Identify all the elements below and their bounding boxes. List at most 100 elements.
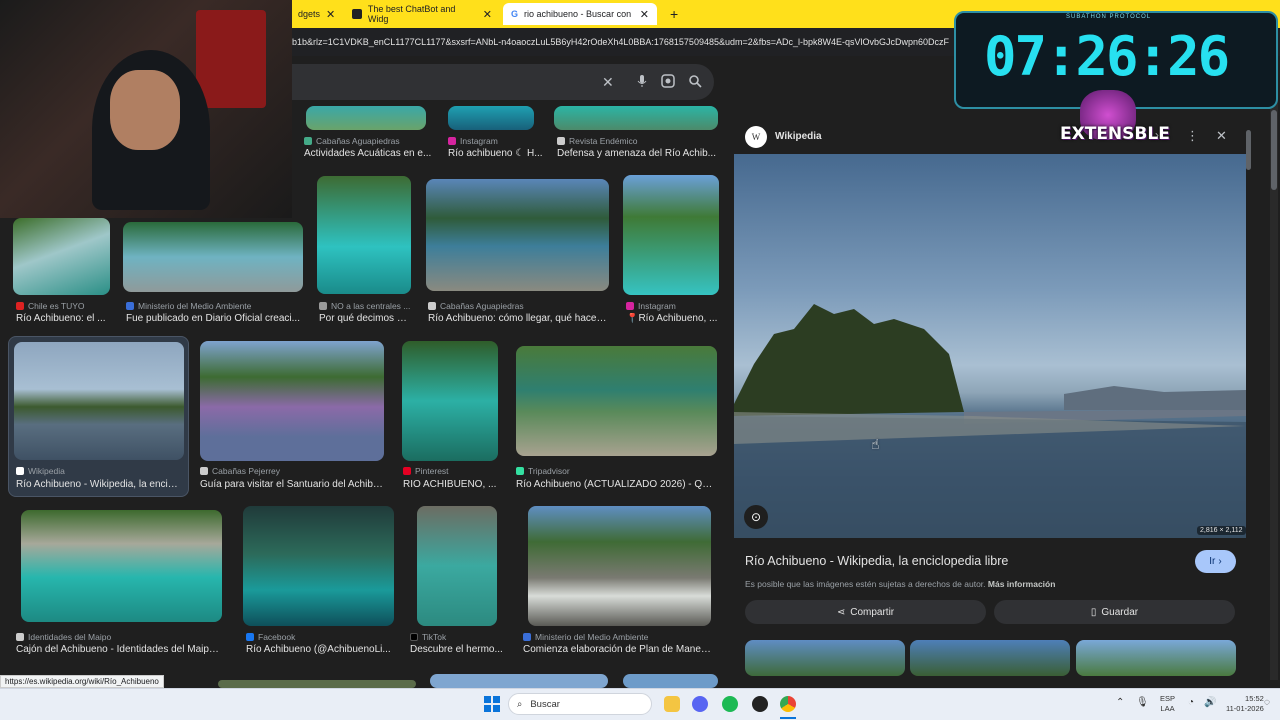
result-image[interactable] (528, 506, 711, 626)
result-source: Ministerio del Medio Ambiente (126, 301, 251, 311)
clock[interactable]: 15:52 11-01-2026 (1226, 694, 1264, 714)
result-image[interactable] (306, 106, 426, 130)
instagram-icon (626, 302, 634, 310)
source-favicon-icon (428, 302, 436, 310)
image-dimensions: 2,816 × 2,112 (1197, 526, 1246, 535)
result-image[interactable] (21, 510, 222, 622)
bookmark-icon: ▯ (1090, 606, 1097, 618)
result-title[interactable]: Defensa y amenaza del Río Achib... (557, 148, 719, 159)
instagram-icon (448, 137, 456, 145)
lens-icon[interactable] (661, 74, 675, 91)
result-image[interactable] (317, 176, 411, 294)
result-image[interactable] (200, 341, 384, 461)
language-indicator[interactable]: ESP LAA (1160, 694, 1175, 714)
result-title[interactable]: Río Achibueno (ACTUALIZADO 2026) - Qué..… (516, 479, 716, 490)
close-icon[interactable]: ✕ (1216, 128, 1227, 144)
result-image[interactable] (623, 175, 719, 295)
result-title[interactable]: Río Achibueno (@AchibuenoLi... (246, 644, 394, 655)
result-title[interactable]: Río Achibueno - Wikipedia, la encicl... (16, 479, 182, 490)
result-image[interactable] (243, 506, 394, 626)
source-favicon-icon (319, 302, 327, 310)
facebook-icon (246, 633, 254, 641)
result-image[interactable] (448, 106, 534, 130)
chevron-right-icon: › (1218, 556, 1222, 567)
volume-icon[interactable]: 🔊 (1204, 697, 1216, 708)
lens-icon[interactable]: ⊙ (744, 505, 768, 529)
result-title[interactable]: Cajón del Achibueno - Identidades del Ma… (16, 644, 224, 655)
result-title[interactable]: Descubre el hermo... (410, 644, 506, 655)
chevron-up-icon[interactable]: ⌃ (1116, 697, 1124, 708)
more-icon[interactable]: ⋮ (1186, 128, 1199, 144)
tripadvisor-icon (516, 467, 524, 475)
result-image[interactable] (430, 674, 608, 688)
result-title[interactable]: RIO ACHIBUENO, ... (403, 479, 497, 490)
new-tab-button[interactable]: + (662, 3, 682, 25)
mic-icon[interactable]: 🎙 (1136, 697, 1149, 708)
pinterest-icon (403, 467, 411, 475)
source-favicon-icon (16, 302, 24, 310)
mic-icon[interactable] (636, 74, 648, 91)
source-favicon-icon (557, 137, 565, 145)
file-explorer-icon[interactable] (664, 696, 680, 712)
spotify-icon[interactable] (722, 696, 738, 712)
result-title[interactable]: Actividades Acuáticas en e... (304, 148, 454, 159)
windows-icon[interactable] (484, 696, 500, 717)
result-title[interactable]: 📍Río Achibueno, ... (626, 313, 718, 324)
result-image[interactable] (516, 346, 717, 456)
related-image[interactable] (1076, 640, 1236, 676)
brand-label: EXTENSBLE (1060, 124, 1170, 144)
result-title[interactable]: Guía para visitar el Santuario del Achib… (200, 479, 384, 490)
share-button[interactable]: ⋖ Compartir (745, 600, 986, 624)
timer-protocol: SUBATHON PROTOCOL (1066, 14, 1152, 20)
preview-image[interactable] (734, 154, 1246, 538)
visit-button[interactable]: Ir › (1195, 550, 1236, 573)
result-image[interactable] (623, 674, 718, 688)
tab-chatbot[interactable]: The best ChatBot and Widg ✕ (344, 3, 500, 25)
discord-icon[interactable] (692, 696, 708, 712)
search-icon[interactable] (688, 74, 702, 91)
related-image[interactable] (745, 640, 905, 676)
more-info-link[interactable]: Más información (988, 579, 1056, 589)
search-icon: ⌕ (517, 698, 523, 710)
tab-google-search[interactable]: Grio achibueno - Buscar con Goo✕ (503, 3, 657, 25)
result-title[interactable]: Río achibueno ☾ H... (448, 148, 546, 159)
result-image[interactable] (426, 179, 609, 291)
tab-widgets[interactable]: dgets ✕ (290, 3, 340, 25)
save-button[interactable]: ▯ Guardar (994, 600, 1235, 624)
result-image[interactable] (402, 341, 498, 461)
result-title[interactable]: Comienza elaboración de Plan de Manejo .… (523, 644, 713, 655)
panel-title[interactable]: Río Achibueno - Wikipedia, la encicloped… (745, 554, 1008, 568)
scrollbar-thumb[interactable] (1271, 110, 1277, 190)
result-source: Revista Endémico (557, 136, 638, 146)
result-title[interactable]: Fue publicado en Diario Oficial creaci..… (126, 313, 302, 324)
panel-source[interactable]: Wikipedia (775, 131, 822, 142)
result-title[interactable]: Río Achibueno: el ... (16, 313, 112, 324)
close-icon[interactable]: ✕ (602, 74, 614, 91)
obs-icon[interactable] (752, 696, 768, 712)
result-image[interactable] (218, 680, 416, 688)
panel-scrollbar-thumb[interactable] (1246, 130, 1251, 170)
result-source: Pinterest (403, 466, 449, 476)
result-title[interactable]: Río Achibueno: cómo llegar, qué hacer,..… (428, 313, 608, 324)
result-source: Cabañas Aguapiedras (428, 301, 524, 311)
close-icon[interactable]: ✕ (326, 8, 335, 21)
status-url: https://es.wikipedia.org/wiki/Río_Achibu… (0, 675, 164, 688)
result-image[interactable] (554, 106, 718, 130)
result-title[interactable]: Por qué decimos N... (319, 313, 411, 324)
result-source: Tripadvisor (516, 466, 570, 476)
result-image[interactable] (13, 218, 110, 295)
wifi-icon[interactable]: ◔ (1188, 697, 1194, 708)
google-icon: G (511, 9, 519, 19)
result-image[interactable] (123, 222, 303, 292)
related-image[interactable] (910, 640, 1070, 676)
result-image[interactable] (417, 506, 497, 626)
hand-cursor-icon: ☝ (871, 436, 880, 452)
notification-icon[interactable]: ◌ (1264, 697, 1270, 708)
taskbar-search[interactable]: ⌕ Buscar (508, 693, 652, 715)
result-source: Ministerio del Medio Ambiente (523, 632, 648, 642)
chrome-icon[interactable] (780, 696, 796, 712)
result-image[interactable] (14, 342, 184, 460)
close-icon[interactable]: ✕ (483, 8, 492, 21)
result-source: Wikipedia (16, 466, 65, 476)
close-icon[interactable]: ✕ (640, 8, 649, 21)
